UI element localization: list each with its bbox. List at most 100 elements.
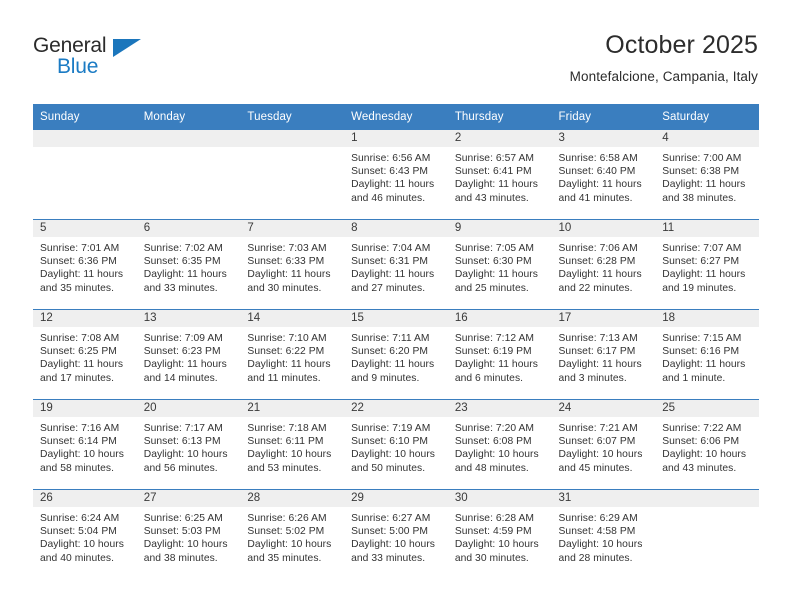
sunrise-text: Sunrise: 7:11 AM — [351, 333, 430, 344]
daylight-text: and 53 minutes. — [247, 462, 322, 474]
calendar-day-cell[interactable]: 7 Sunrise: 7:03 AM Sunset: 6:33 PM Daylight… — [240, 219, 345, 310]
sunset-text: Sunset: 6:33 PM — [247, 256, 325, 268]
sunset-text: Sunset: 5:00 PM — [351, 526, 428, 538]
day-details: Sunrise: 7:18 AM Sunset: 6:11 PM Daylight:… — [240, 417, 344, 475]
sunrise-text: Sunrise: 6:24 AM — [40, 513, 120, 524]
calendar-day-cell[interactable]: 22 Sunrise: 7:19 AM Sunset: 6:10 PM Dayligh… — [344, 399, 448, 490]
calendar-day-cell[interactable]: 2 Sunrise: 6:57 AM Sunset: 6:41 PM Daylight… — [447, 130, 552, 220]
day-number: 6 — [136, 220, 241, 237]
calendar-day-cell[interactable]: 15 Sunrise: 7:11 AM Sunset: 6:20 PM Dayligh… — [344, 309, 448, 400]
day-number: 25 — [655, 400, 759, 417]
calendar-day-cell[interactable]: 20 Sunrise: 7:17 AM Sunset: 6:13 PM Dayligh… — [136, 399, 241, 490]
daylight-text: Daylight: 11 hours — [351, 359, 435, 371]
sunrise-text: Sunrise: 7:19 AM — [351, 423, 431, 434]
calendar-day-cell[interactable]: 10 Sunrise: 7:06 AM Sunset: 6:28 PM Dayligh… — [551, 219, 656, 310]
daylight-text: and 38 minutes. — [143, 552, 218, 564]
daylight-text: and 27 minutes. — [351, 282, 426, 294]
sunrise-text: Sunrise: 7:01 AM — [40, 243, 120, 254]
calendar-day-cell[interactable]: 12 Sunrise: 7:08 AM Sunset: 6:25 PM Dayligh… — [33, 309, 137, 400]
calendar-day-cell[interactable]: 31 Sunrise: 6:29 AM Sunset: 4:58 PM Dayligh… — [551, 489, 656, 579]
calendar-day-cell-empty — [240, 130, 345, 220]
calendar-day-cell[interactable]: 6 Sunrise: 7:02 AM Sunset: 6:35 PM Daylight… — [136, 219, 241, 310]
calendar-day-cell[interactable]: 27 Sunrise: 6:25 AM Sunset: 5:03 PM Dayligh… — [136, 489, 241, 579]
calendar-day-cell[interactable]: 14 Sunrise: 7:10 AM Sunset: 6:22 PM Dayligh… — [240, 309, 345, 400]
daylight-text: Daylight: 11 hours — [558, 359, 642, 371]
day-number: 12 — [33, 310, 137, 327]
calendar-day-cell[interactable]: 29 Sunrise: 6:27 AM Sunset: 5:00 PM Dayligh… — [344, 489, 448, 579]
sunrise-text: Sunrise: 7:21 AM — [558, 423, 638, 434]
day-number: 31 — [551, 490, 656, 507]
generalblue-logo[interactable]: General Blue — [33, 34, 183, 86]
daylight-text: Daylight: 11 hours — [454, 179, 538, 191]
calendar-day-cell[interactable]: 23 Sunrise: 7:20 AM Sunset: 6:08 PM Dayligh… — [447, 399, 552, 490]
calendar-week-row: 12 Sunrise: 7:08 AM Sunset: 6:25 PM Dayligh… — [33, 309, 759, 400]
calendar-day-cell[interactable]: 4 Sunrise: 7:00 AM Sunset: 6:38 PM Daylight… — [655, 130, 759, 220]
calendar-page: General Blue October 2025 Montefalcione,… — [0, 0, 792, 612]
calendar-day-cell[interactable]: 8 Sunrise: 7:04 AM Sunset: 6:31 PM Daylight… — [344, 219, 448, 310]
calendar-day-cell[interactable]: 5 Sunrise: 7:01 AM Sunset: 6:36 PM Daylight… — [33, 219, 137, 310]
daylight-text: and 11 minutes. — [247, 372, 321, 384]
sunrise-text: Sunrise: 7:13 AM — [558, 333, 638, 344]
day-number: 10 — [551, 220, 656, 237]
calendar-day-cell[interactable]: 16 Sunrise: 7:12 AM Sunset: 6:19 PM Dayligh… — [447, 309, 552, 400]
day-details: Sunrise: 7:02 AM Sunset: 6:35 PM Daylight:… — [137, 237, 241, 295]
sunset-text: Sunset: 6:22 PM — [247, 346, 325, 358]
daylight-text: Daylight: 11 hours — [454, 359, 538, 371]
logo-text-blue: Blue — [57, 55, 99, 78]
day-details: Sunrise: 7:20 AM Sunset: 6:08 PM Daylight:… — [448, 417, 552, 475]
daylight-text: Daylight: 11 hours — [143, 359, 227, 371]
sunset-text: Sunset: 6:41 PM — [454, 166, 532, 178]
calendar-day-cell[interactable]: 3 Sunrise: 6:58 AM Sunset: 6:40 PM Daylight… — [551, 130, 656, 220]
day-details: Sunrise: 7:21 AM Sunset: 6:07 PM Daylight:… — [552, 417, 656, 475]
calendar-day-cell[interactable]: 21 Sunrise: 7:18 AM Sunset: 6:11 PM Dayligh… — [240, 399, 345, 490]
day-details: Sunrise: 7:11 AM Sunset: 6:20 PM Daylight:… — [344, 327, 448, 385]
sunrise-text: Sunrise: 7:07 AM — [662, 243, 742, 254]
daylight-text: and 35 minutes. — [247, 552, 322, 564]
day-number: 3 — [551, 130, 656, 147]
sunrise-text: Sunrise: 6:25 AM — [143, 513, 223, 524]
calendar-day-cell[interactable]: 28 Sunrise: 6:26 AM Sunset: 5:02 PM Dayligh… — [240, 489, 345, 579]
calendar-day-cell[interactable]: 19 Sunrise: 7:16 AM Sunset: 6:14 PM Dayligh… — [33, 399, 137, 490]
daylight-text: Daylight: 11 hours — [662, 269, 746, 281]
sunset-text: Sunset: 6:14 PM — [40, 436, 117, 448]
daylight-text: and 1 minute. — [662, 372, 726, 384]
calendar-day-cell[interactable]: 1 Sunrise: 6:56 AM Sunset: 6:43 PM Daylight… — [344, 130, 448, 220]
calendar-day-cell[interactable]: 11 Sunrise: 7:07 AM Sunset: 6:27 PM Dayligh… — [655, 219, 759, 310]
sunrise-text: Sunrise: 7:09 AM — [143, 333, 223, 344]
day-details: Sunrise: 7:04 AM Sunset: 6:31 PM Daylight:… — [344, 237, 448, 295]
day-details: Sunrise: 6:26 AM Sunset: 5:02 PM Daylight:… — [240, 507, 344, 565]
calendar-day-cell[interactable]: 25 Sunrise: 7:22 AM Sunset: 6:06 PM Dayligh… — [655, 399, 759, 490]
daylight-text: Daylight: 11 hours — [662, 179, 746, 191]
day-number: 14 — [240, 310, 345, 327]
calendar-day-cell[interactable]: 30 Sunrise: 6:28 AM Sunset: 4:59 PM Dayligh… — [447, 489, 552, 579]
page-title: October 2025 — [605, 31, 758, 59]
sunrise-text: Sunrise: 7:06 AM — [558, 243, 638, 254]
daylight-text: and 38 minutes. — [662, 192, 737, 204]
day-details: Sunrise: 7:15 AM Sunset: 6:16 PM Daylight:… — [655, 327, 759, 385]
sunrise-text: Sunrise: 6:27 AM — [351, 513, 431, 524]
weekday-header-monday: Monday — [136, 104, 241, 130]
day-details: Sunrise: 7:17 AM Sunset: 6:13 PM Daylight:… — [137, 417, 241, 475]
sunrise-text: Sunrise: 7:20 AM — [454, 423, 535, 434]
sunrise-text: Sunrise: 7:04 AM — [351, 243, 431, 254]
calendar-day-cell[interactable]: 9 Sunrise: 7:05 AM Sunset: 6:30 PM Daylight… — [447, 219, 552, 310]
calendar-day-cell[interactable]: 17 Sunrise: 7:13 AM Sunset: 6:17 PM Dayligh… — [551, 309, 656, 400]
day-details: Sunrise: 7:19 AM Sunset: 6:10 PM Daylight:… — [344, 417, 448, 475]
calendar-table: Sunday Monday Tuesday Wednesday Thursday Frid… — [33, 104, 759, 579]
day-number — [655, 490, 759, 507]
sunset-text: Sunset: 6:25 PM — [40, 346, 117, 358]
sunset-text: Sunset: 6:16 PM — [662, 346, 740, 358]
calendar-body: 1 Sunrise: 6:56 AM Sunset: 6:43 PM Daylight… — [33, 130, 759, 579]
sunset-text: Sunset: 6:38 PM — [662, 166, 740, 178]
sunset-text: Sunset: 6:30 PM — [454, 256, 532, 268]
calendar-day-cell[interactable]: 26 Sunrise: 6:24 AM Sunset: 5:04 PM Dayligh… — [33, 489, 137, 579]
daylight-text: and 3 minutes. — [558, 372, 627, 384]
sunset-text: Sunset: 6:28 PM — [558, 256, 636, 268]
calendar-day-cell[interactable]: 24 Sunrise: 7:21 AM Sunset: 6:07 PM Dayligh… — [551, 399, 656, 490]
calendar-day-cell[interactable]: 18 Sunrise: 7:15 AM Sunset: 6:16 PM Dayligh… — [655, 309, 759, 400]
calendar-week-row: 5 Sunrise: 7:01 AM Sunset: 6:36 PM Daylight… — [33, 219, 759, 310]
day-details: Sunrise: 6:27 AM Sunset: 5:00 PM Daylight:… — [344, 507, 448, 565]
calendar-day-cell[interactable]: 13 Sunrise: 7:09 AM Sunset: 6:23 PM Dayligh… — [136, 309, 241, 400]
day-details: Sunrise: 7:16 AM Sunset: 6:14 PM Daylight:… — [33, 417, 137, 475]
sunset-text: Sunset: 4:58 PM — [558, 526, 636, 538]
